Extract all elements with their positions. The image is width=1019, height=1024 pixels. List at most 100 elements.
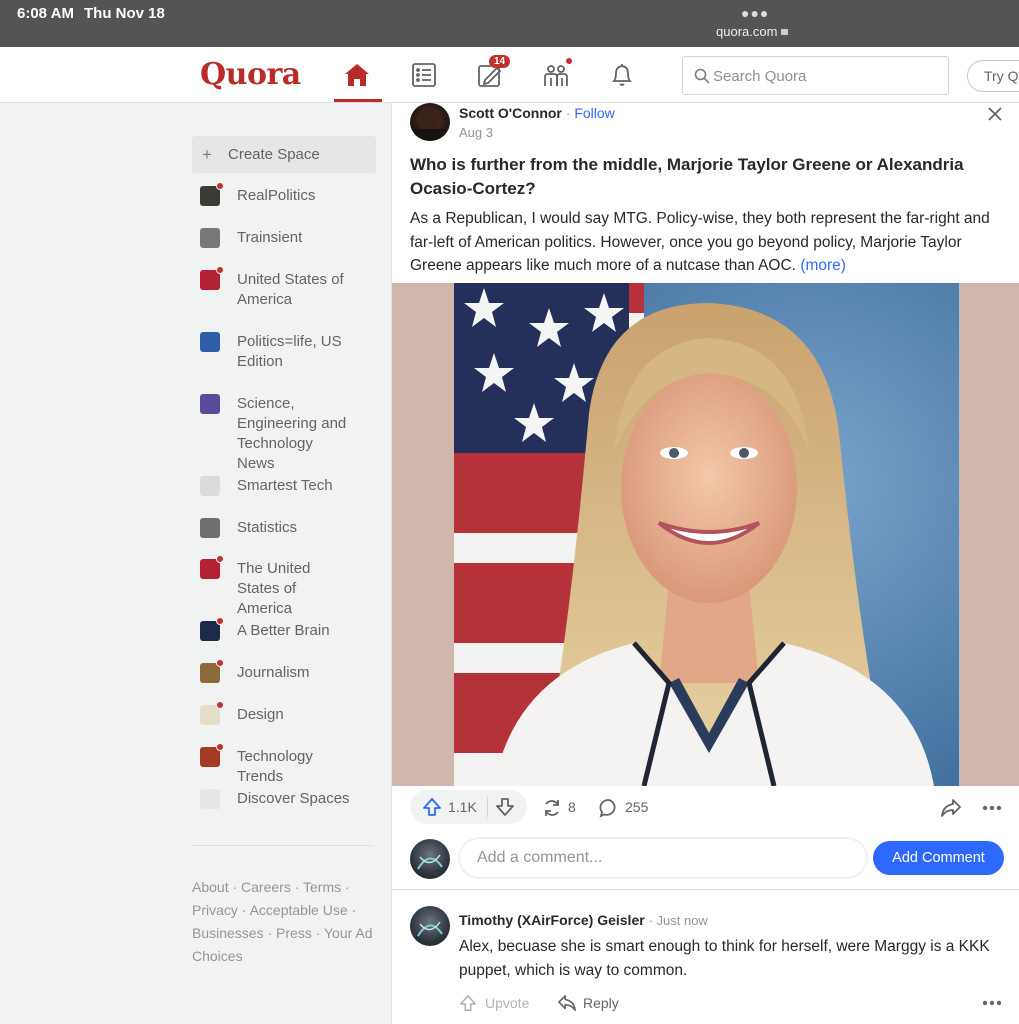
author-name[interactable]: Scott O'Connor (459, 105, 562, 121)
bell-icon (611, 64, 633, 86)
plus-icon: + (202, 144, 212, 164)
share-icon[interactable] (542, 798, 562, 818)
sidebar-space-item[interactable]: Science, Engineering and Technology News (200, 394, 350, 474)
nav-home[interactable] (341, 59, 373, 91)
notifications-badge: 14 (489, 55, 511, 68)
space-label: United States of America (237, 271, 344, 308)
nav-following[interactable] (408, 59, 440, 91)
url-text: quora.com (716, 24, 778, 39)
answer-preview[interactable]: As a Republican, I would say MTG. Policy… (410, 207, 1010, 278)
answer-photo[interactable] (454, 283, 959, 786)
upvote-count[interactable]: 1.1K (448, 799, 477, 815)
space-label: Journalism (237, 664, 310, 681)
comment-more-icon[interactable] (982, 1000, 1002, 1006)
comment-reply-label: Reply (583, 995, 619, 1011)
space-label: A Better Brain (237, 622, 330, 639)
downvote-icon[interactable] (495, 797, 515, 817)
more-link[interactable]: (more) (800, 257, 846, 274)
sidebar-space-item[interactable]: Technology Trends (200, 743, 350, 787)
close-icon[interactable] (986, 105, 1004, 123)
sidebar-space-item[interactable]: Trainsient (200, 228, 350, 248)
forward-share-icon[interactable] (940, 798, 962, 818)
commenter-line: Timothy (XAirForce) Geisler · Just now (459, 912, 708, 928)
author-avatar[interactable] (410, 103, 450, 141)
nav-home-active-indicator (334, 99, 382, 102)
vote-separator (487, 797, 488, 817)
space-label: Design (237, 706, 284, 723)
sidebar-space-item[interactable]: Statistics (200, 518, 350, 538)
unread-dot (216, 555, 224, 563)
comment-input[interactable] (458, 837, 868, 879)
space-icon (200, 789, 220, 809)
commenter-avatar[interactable] (410, 906, 450, 946)
comment-item: Timothy (XAirForce) Geisler · Just now A… (392, 898, 1019, 1024)
unread-dot (216, 266, 224, 274)
answer-image-frame (392, 283, 1019, 786)
sidebar-space-item[interactable]: Politics=life, US Edition (200, 332, 350, 372)
current-user-avatar[interactable] (410, 839, 450, 879)
sidebar-divider (192, 845, 374, 846)
space-icon (200, 743, 224, 767)
people-icon (544, 65, 568, 86)
post-date[interactable]: Aug 3 (459, 125, 493, 140)
lock-icon (781, 29, 789, 35)
sidebar-space-item[interactable]: A Better Brain (200, 617, 350, 641)
space-label: Politics=life, US Edition (237, 333, 342, 370)
author-line: Scott O'Connor · Follow (459, 105, 615, 121)
unread-dot (216, 743, 224, 751)
sidebar-space-item[interactable]: Journalism (200, 659, 350, 683)
space-icon (200, 182, 224, 206)
more-options-icon[interactable] (982, 805, 1002, 811)
question-title[interactable]: Who is further from the middle, Marjorie… (410, 153, 1010, 201)
vote-pill: 1.1K (410, 790, 527, 824)
sidebar-space-item[interactable]: Design (200, 701, 350, 725)
space-icon (200, 476, 220, 496)
share-count[interactable]: 8 (568, 799, 576, 815)
quora-logo[interactable]: Quora (200, 57, 301, 92)
more-dots-icon[interactable]: ●●● (741, 5, 769, 21)
upvote-outline-icon (459, 994, 477, 1012)
sidebar-space-item[interactable]: RealPolitics (200, 182, 350, 206)
status-date: Thu Nov 18 (84, 5, 165, 22)
try-quora-button[interactable]: Try Q (967, 60, 1019, 92)
spaces-dot (565, 57, 573, 65)
search-input[interactable] (713, 66, 941, 86)
space-icon (200, 228, 220, 248)
search-icon (694, 68, 710, 84)
create-space-label: Create Space (228, 146, 320, 163)
add-comment-button[interactable]: Add Comment (873, 841, 1004, 875)
space-label: The United States of America (237, 560, 311, 617)
unread-dot (216, 659, 224, 667)
space-icon (200, 394, 220, 414)
comment-count[interactable]: 255 (625, 799, 648, 815)
nav-notifications[interactable] (606, 59, 638, 91)
space-label: RealPolitics (237, 187, 316, 204)
sidebar-space-item[interactable]: United States of America (200, 266, 350, 310)
home-icon (345, 64, 369, 86)
spaces-sidebar: + Create Space (192, 136, 376, 173)
author-separator: · (565, 105, 571, 121)
comment-time: · Just now (648, 913, 708, 928)
footer-links[interactable]: About · Careers · Terms · Privacy · Acce… (192, 876, 376, 968)
space-label: Discover Spaces (237, 790, 350, 807)
commenter-name[interactable]: Timothy (XAirForce) Geisler (459, 912, 645, 928)
answer-actions: 1.1K 8 255 (392, 786, 1019, 832)
sidebar-space-item[interactable]: The United States of America (200, 555, 350, 619)
top-header: Quora 14 Try Q (0, 47, 1019, 103)
comment-icon[interactable] (599, 798, 619, 818)
upvote-icon[interactable] (422, 797, 442, 817)
sidebar-space-item[interactable]: Smartest Tech (200, 476, 350, 496)
reply-icon (558, 994, 576, 1012)
unread-dot (216, 182, 224, 190)
status-time: 6:08 AM (17, 5, 74, 22)
create-space-button[interactable]: + Create Space (192, 136, 376, 173)
space-label: Statistics (237, 519, 298, 536)
search-box[interactable] (682, 56, 949, 95)
url-bar[interactable]: quora.com (716, 24, 789, 39)
comment-upvote-label: Upvote (485, 995, 530, 1011)
space-label: Science, Engineering and Technology News (237, 395, 347, 472)
unread-dot (216, 617, 224, 625)
comment-text: Alex, becuase she is smart enough to thi… (459, 938, 990, 979)
follow-link[interactable]: Follow (574, 105, 614, 121)
sidebar-space-item[interactable]: Discover Spaces (200, 789, 350, 809)
